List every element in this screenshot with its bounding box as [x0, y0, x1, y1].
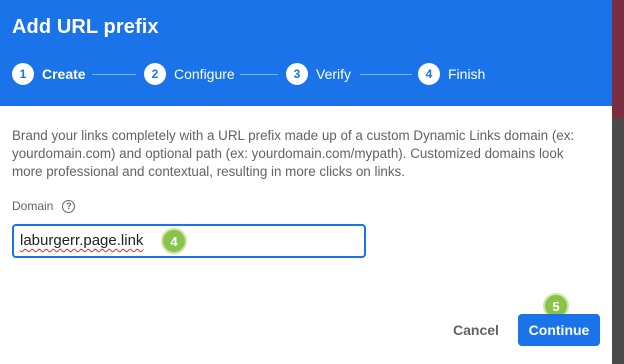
step-create: 1 Create [12, 62, 86, 86]
description-text: Brand your links completely with a URL p… [12, 128, 575, 179]
domain-input[interactable]: laburgerr.page.link [12, 224, 366, 258]
step-connector [360, 74, 412, 75]
help-circle-icon[interactable]: ? [62, 199, 76, 213]
background-page-edge [612, 0, 624, 364]
step-connector [240, 74, 278, 75]
step-connector [92, 74, 136, 75]
add-url-prefix-dialog: Add URL prefix 1 Create 2 Configure 3 Ve… [0, 0, 612, 364]
step-verify: 3 Verify [286, 62, 351, 86]
step-label: Configure [174, 66, 235, 82]
dialog-title: Add URL prefix [12, 16, 159, 38]
domain-label-row: Domain ? [12, 199, 76, 213]
domain-label: Domain [12, 199, 54, 213]
step-number: 2 [144, 63, 166, 85]
step-annotation-marker: 4 [161, 228, 187, 254]
step-label: Create [42, 66, 86, 82]
step-finish: 4 Finish [418, 62, 485, 86]
step-label: Finish [448, 66, 486, 82]
dialog-header: Add URL prefix 1 Create 2 Configure 3 Ve… [0, 0, 612, 106]
step-number: 1 [12, 63, 34, 85]
step-label: Verify [316, 66, 352, 82]
domain-input-value[interactable]: laburgerr.page.link [20, 232, 143, 249]
step-number: 4 [418, 63, 440, 85]
background-accent [612, 0, 624, 118]
step-configure: 2 Configure [144, 62, 235, 86]
continue-button[interactable]: Continue [518, 314, 600, 346]
stepper: 1 Create 2 Configure 3 Verify 4 Finish [0, 62, 612, 88]
cancel-button[interactable]: Cancel [445, 314, 507, 346]
step-number: 3 [286, 63, 308, 85]
